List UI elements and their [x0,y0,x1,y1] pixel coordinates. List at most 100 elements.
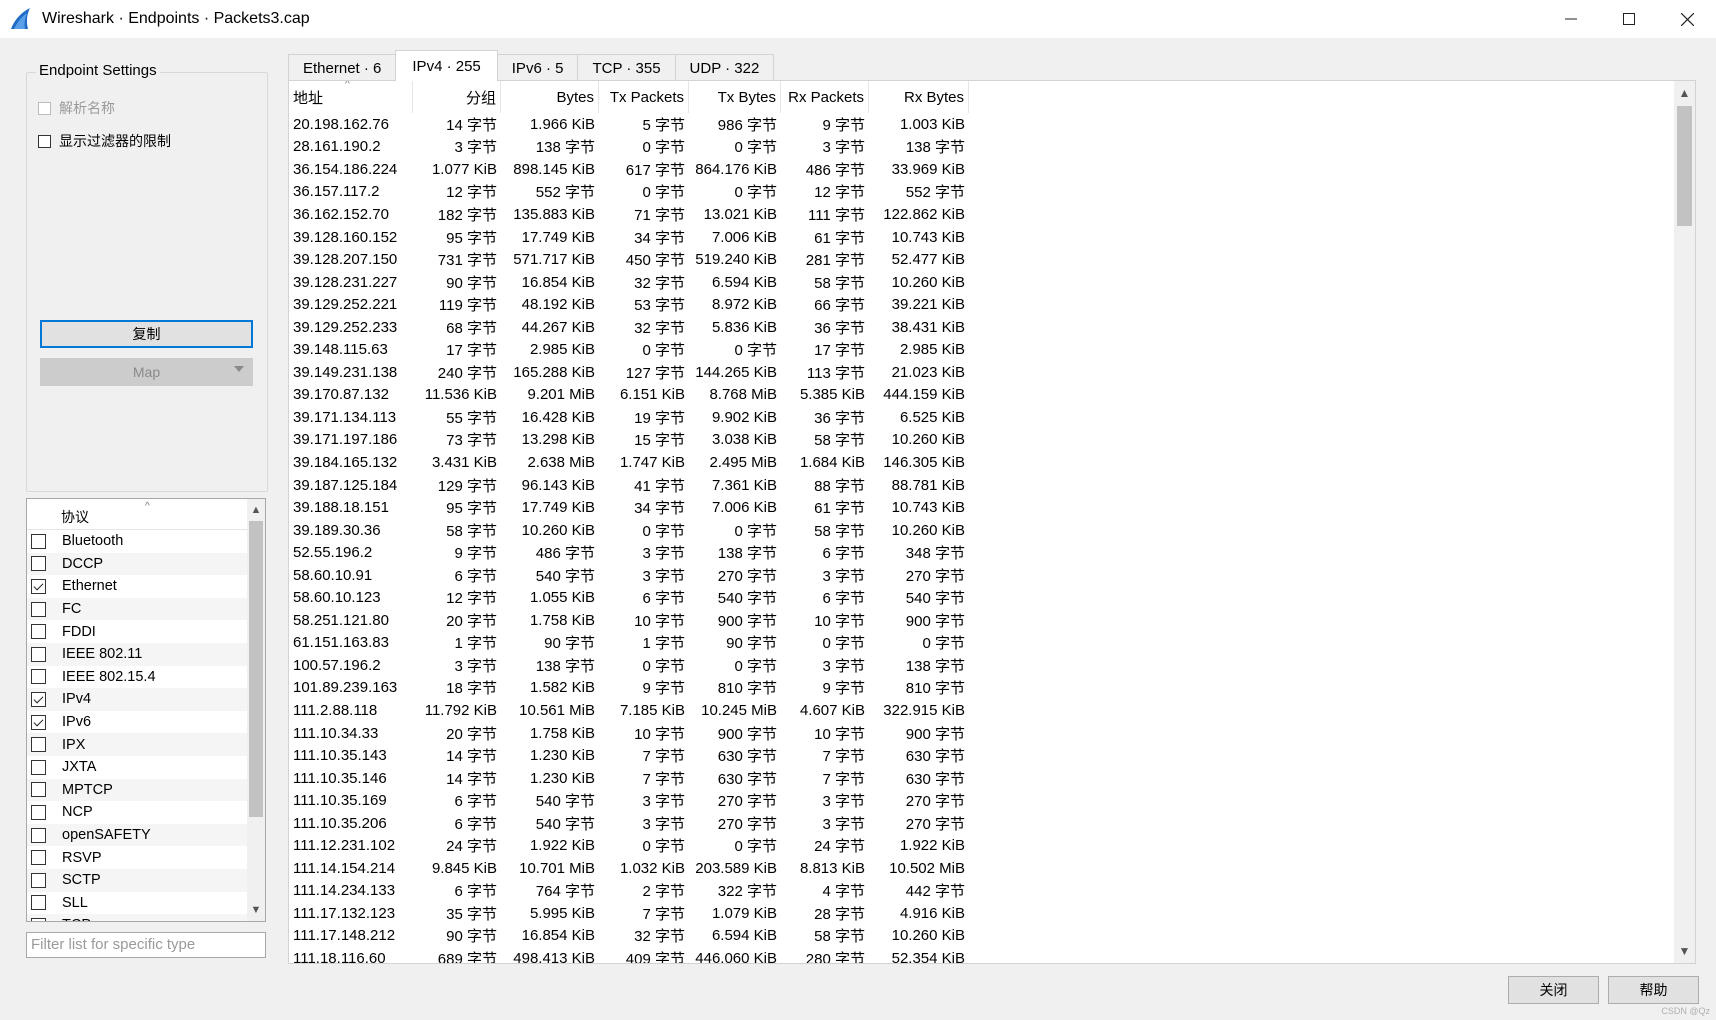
table-row[interactable]: 39.171.134.113 55 字节 16.428 KiB 19 字节 9.902 … [289,406,969,429]
protocol-filter-input[interactable]: Filter list for specific type [26,932,266,958]
protocol-checkbox[interactable] [31,646,46,662]
table-row[interactable]: 111.10.35.169 6 字节 540 字节 3 字节 270 字节 3 字节 270… [289,789,969,812]
table-row[interactable]: 101.89.239.163 18 字节 1.582 KiB 9 字节 810 字节 9 … [289,677,969,700]
protocol-item[interactable]: MPTCP [27,778,247,802]
maximize-button[interactable] [1600,0,1658,38]
table-row[interactable]: 39.128.231.227 90 字节 16.854 KiB 32 字节 6.594 … [289,271,969,294]
protocol-item[interactable]: FDDI [27,620,247,643]
table-row[interactable]: 39.128.160.152 95 字节 17.749 KiB 34 字节 7.006 … [289,226,969,249]
table-row[interactable]: 61.151.163.83 1 字节 90 字节 1 字节 90 字节 0 字节 0 字节 [289,632,969,655]
protocol-item[interactable]: FC [27,597,247,621]
table-row[interactable]: 36.162.152.70 182 字节 135.883 KiB 71 字节 13.02… [289,203,969,226]
table-row[interactable]: 39.128.207.150 731 字节 571.717 KiB 450 字节 519… [289,248,969,271]
protocol-item[interactable]: SCTP [27,868,247,892]
scrollbar-thumb[interactable] [1677,106,1692,226]
table-row[interactable]: 39.188.18.151 95 字节 17.749 KiB 34 字节 7.006 K… [289,496,969,519]
table-row[interactable]: 111.14.234.133 6 字节 764 字节 2 字节 322 字节 4 字节 44… [289,880,969,903]
protocol-checkbox[interactable] [31,669,46,685]
protocol-item[interactable]: IEEE 802.15.4 [27,666,247,689]
protocol-item[interactable]: IPv4 [27,688,247,711]
table-row[interactable]: 111.10.35.146 14 字节 1.230 KiB 7 字节 630 字节 7 字… [289,767,969,790]
table-row[interactable]: 58.60.10.91 6 字节 540 字节 3 字节 270 字节 3 字节 270 字… [289,564,969,587]
map-button[interactable]: Map [40,358,253,386]
table-row[interactable]: 28.161.190.2 3 字节 138 字节 0 字节 0 字节 3 字节 138 字节 [289,136,969,159]
table-row[interactable]: 39.149.231.138 240 字节 165.288 KiB 127 字节 144… [289,361,969,384]
scroll-up-icon[interactable]: ▲ [247,501,265,519]
table-row[interactable]: 111.17.148.212 90 字节 16.854 KiB 32 字节 6.594 … [289,925,969,948]
tab-ethernet[interactable]: Ethernet · 6 [288,54,397,81]
table-row[interactable]: 36.157.117.2 12 字节 552 字节 0 字节 0 字节 12 字节 552 … [289,181,969,204]
protocol-item[interactable]: JXTA [27,756,247,779]
protocol-checkbox[interactable] [31,578,46,594]
scrollbar-thumb[interactable] [249,521,263,817]
close-button[interactable]: 关闭 [1508,976,1599,1004]
table-row[interactable]: 39.171.197.186 73 字节 13.298 KiB 15 字节 3.038 … [289,429,969,452]
protocol-list-header[interactable]: 协议 ^ [27,499,265,530]
column-header[interactable]: Rx Packets [781,81,869,113]
table-row[interactable]: 36.154.186.224 1.077 KiB 898.145 KiB 617 字节… [289,158,969,181]
table-row[interactable]: 52.55.196.2 9 字节 486 字节 3 字节 138 字节 6 字节 348 字… [289,541,969,564]
protocol-item[interactable]: Bluetooth [27,530,247,553]
protocol-checkbox[interactable] [31,895,46,911]
protocol-checkbox[interactable] [31,759,46,775]
scroll-up-icon[interactable]: ▲ [1674,84,1695,102]
protocol-item[interactable]: openSAFETY [27,823,247,847]
protocol-item[interactable]: RSVP [27,846,247,869]
protocol-checkbox[interactable] [31,850,46,866]
table-row[interactable]: 39.129.252.221 119 字节 48.192 KiB 53 字节 8.972… [289,293,969,316]
tab-tcp[interactable]: TCP · 355 [577,54,676,81]
protocol-checkbox[interactable] [31,872,46,888]
protocol-item[interactable]: NCP [27,801,247,824]
table-row[interactable]: 111.10.34.33 20 字节 1.758 KiB 10 字节 900 字节 10 … [289,722,969,745]
column-header[interactable]: Rx Bytes [869,81,969,113]
column-header[interactable]: Bytes [501,81,599,113]
resolve-names-checkbox[interactable] [38,101,51,115]
column-header[interactable]: 分组 [413,81,501,113]
table-row[interactable]: 58.251.121.80 20 字节 1.758 KiB 10 字节 900 字节 10… [289,609,969,632]
protocol-item[interactable]: IPX [27,733,247,756]
table-row[interactable]: 111.2.88.118 11.792 KiB 10.561 MiB 7.185 Ki… [289,699,969,722]
column-header[interactable]: 地址 ^ [289,81,413,113]
protocol-item[interactable]: TCP [27,914,247,921]
close-window-button[interactable] [1658,0,1716,38]
table-row[interactable]: 111.10.35.143 14 字节 1.230 KiB 7 字节 630 字节 7 字… [289,744,969,767]
protocol-checkbox[interactable] [31,624,46,640]
table-row[interactable]: 58.60.10.123 12 字节 1.055 KiB 6 字节 540 字节 6 字节… [289,586,969,609]
protocol-checkbox[interactable] [31,601,46,617]
table-row[interactable]: 111.10.35.206 6 字节 540 字节 3 字节 270 字节 3 字节 270… [289,812,969,835]
protocol-checkbox[interactable] [31,556,46,572]
protocol-checkbox[interactable] [31,804,46,820]
table-row[interactable]: 39.189.30.36 58 字节 10.260 KiB 0 字节 0 字节 58 字节… [289,519,969,542]
help-button[interactable]: 帮助 [1608,976,1699,1004]
protocol-item[interactable]: DCCP [27,552,247,576]
table-row[interactable]: 100.57.196.2 3 字节 138 字节 0 字节 0 字节 3 字节 138 字节 [289,654,969,677]
tab-udp[interactable]: UDP · 322 [674,54,775,81]
table-row[interactable]: 111.14.154.214 9.845 KiB 10.701 MiB 1.032 K… [289,857,969,880]
protocol-item[interactable]: SLL [27,892,247,915]
table-row[interactable]: 111.17.132.123 35 字节 5.995 KiB 7 字节 1.079 Ki… [289,902,969,925]
table-row[interactable]: 39.148.115.63 17 字节 2.985 KiB 0 字节 0 字节 17 字节… [289,338,969,361]
table-row[interactable]: 20.198.162.76 14 字节 1.966 KiB 5 字节 986 字节 9 字… [289,113,969,136]
scroll-down-icon[interactable]: ▼ [1674,942,1695,960]
scroll-down-icon[interactable]: ▼ [247,901,265,919]
tab-ipv4[interactable]: IPv4 · 255 [395,50,498,81]
protocol-checkbox[interactable] [31,533,46,549]
table-row[interactable]: 39.187.125.184 129 字节 96.143 KiB 41 字节 7.361… [289,474,969,497]
table-row[interactable]: 111.18.116.60 689 字节 498.413 KiB 409 字节 446.… [289,947,969,963]
tab-ipv6[interactable]: IPv6 · 5 [496,54,579,81]
protocol-checkbox[interactable] [31,691,46,707]
column-header[interactable]: Tx Bytes [689,81,781,113]
table-row[interactable]: 39.184.165.132 3.431 KiB 2.638 MiB 1.747 Ki… [289,451,969,474]
protocol-checkbox[interactable] [31,714,46,730]
table-row[interactable]: 39.129.252.233 68 字节 44.267 KiB 32 字节 5.836 … [289,316,969,339]
protocol-item[interactable]: IEEE 802.11 [27,642,247,666]
protocol-item[interactable]: Ethernet [27,575,247,598]
protocol-checkbox[interactable] [31,827,46,843]
minimize-button[interactable] [1542,0,1600,38]
resolve-names-checkbox-row[interactable]: 解析名称 [38,98,115,118]
column-header[interactable]: Tx Packets [599,81,689,113]
protocol-checkbox[interactable] [31,782,46,798]
protocol-checkbox[interactable] [31,917,46,921]
table-row[interactable]: 39.170.87.132 11.536 KiB 9.201 MiB 6.151 Ki… [289,384,969,407]
table-scrollbar[interactable]: ▲ ▼ [1674,81,1695,963]
